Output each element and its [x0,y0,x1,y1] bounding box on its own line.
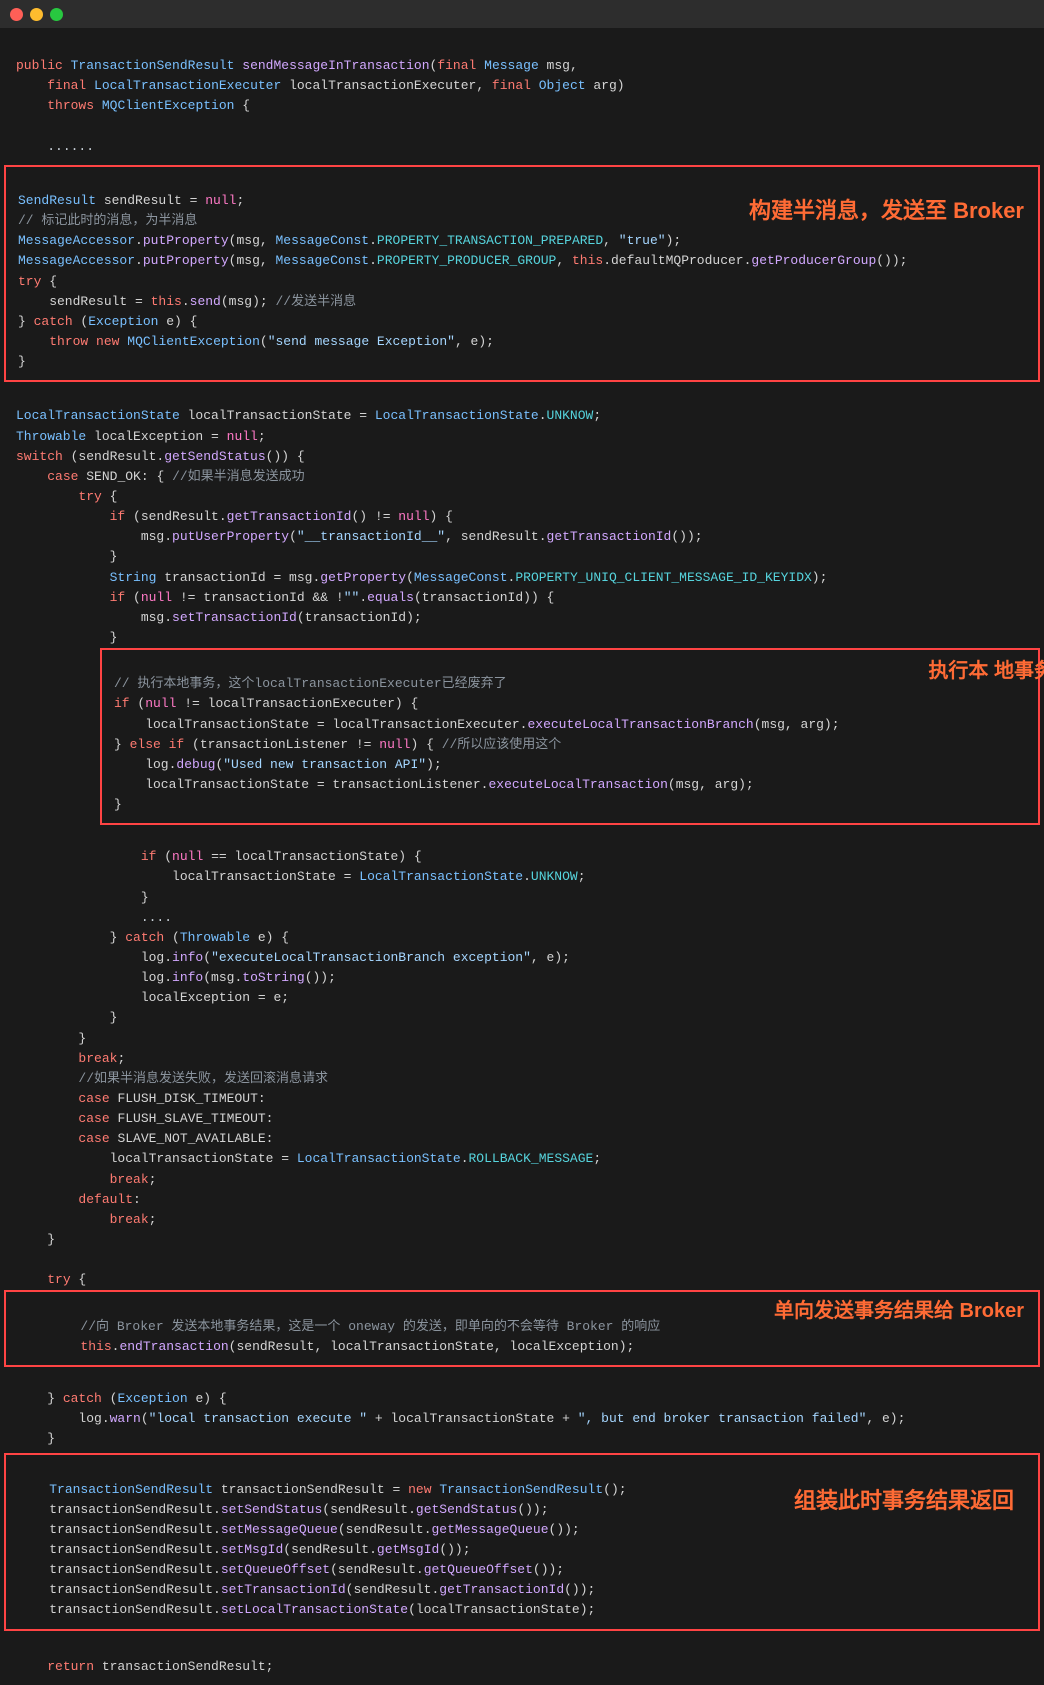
code-block: public TransactionSendResult sendMessage… [0,28,1044,165]
highlight-box-execute-local-tx: // 执行本地事务，这个localTransactionExecuter已经废弃… [100,648,1040,825]
code-block-6: } catch (Exception e) { log.warn("local … [0,1367,1044,1450]
code-container: public TransactionSendResult sendMessage… [0,28,1044,1685]
annotation-execute-local-tx: 执行本 地事务 [928,658,1044,684]
code-block-4: if (null == localTransactionState) { loc… [0,825,1044,1290]
code-block-2: LocalTransactionState localTransactionSt… [0,382,1044,648]
annotation-send-tx-result: 单向发送事务结果给 Broker [774,1294,1024,1323]
annotation-assemble-result: 组装此时事务结果返回 [794,1483,1014,1515]
title-bar [0,0,1044,28]
code-block-8: return transactionSendResult; [0,1635,1044,1685]
maximize-button[interactable] [50,8,63,21]
annotation-build-half-msg: 构建半消息，发送至 Broker [749,193,1024,225]
highlight-box-assemble-result: TransactionSendResult transactionSendRes… [4,1453,1040,1630]
close-button[interactable] [10,8,23,21]
minimize-button[interactable] [30,8,43,21]
code-block-3: // 执行本地事务，这个localTransactionExecuter已经废弃… [114,654,1026,815]
